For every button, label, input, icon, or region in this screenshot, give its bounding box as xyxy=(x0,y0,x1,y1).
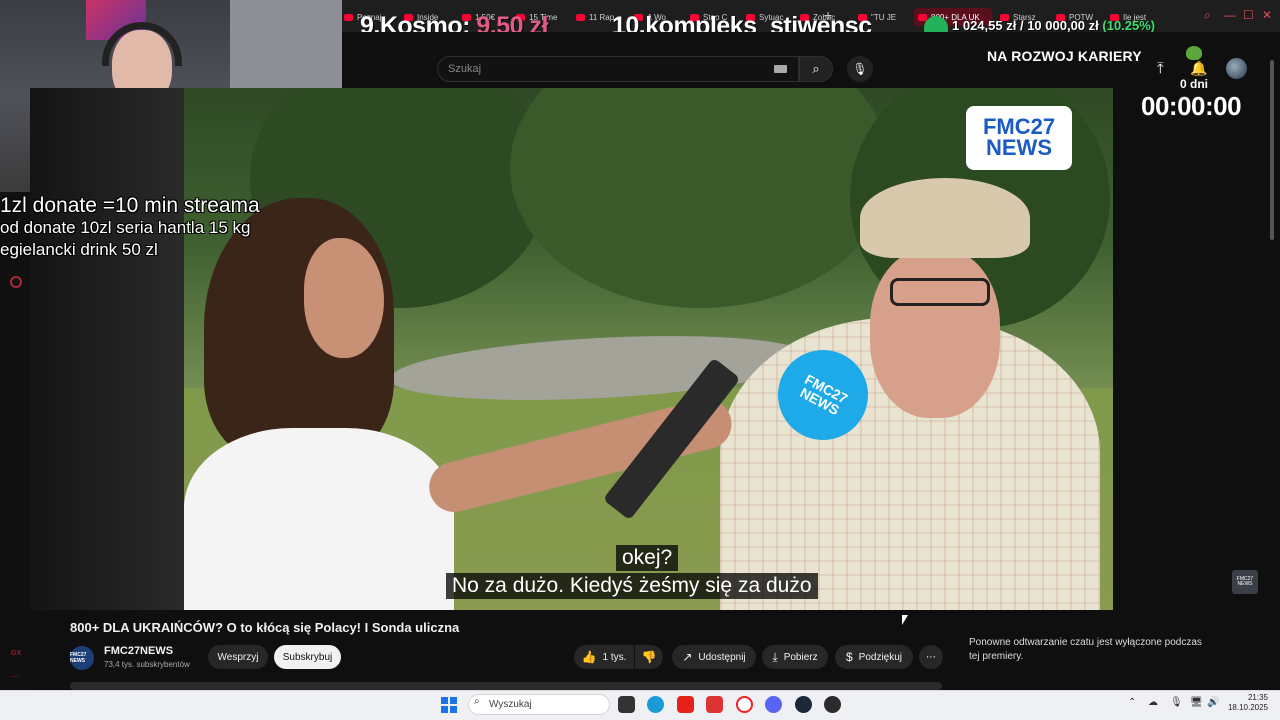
donation-goal-text: 1 024,55 zł / 10 000,00 zł (10.25%) xyxy=(952,18,1155,33)
search-input[interactable]: Szukaj xyxy=(437,56,799,82)
more-actions-button[interactable]: ⋯ xyxy=(919,645,943,669)
stream-timer: 00:00:00 xyxy=(1141,91,1242,121)
account-avatar[interactable] xyxy=(1226,58,1247,79)
windows-taskbar xyxy=(0,690,1280,720)
voice-search-button[interactable]: 🎙 xyxy=(847,56,873,82)
discord-icon[interactable] xyxy=(765,696,782,713)
subscribe-button[interactable]: Subskrybuj xyxy=(274,645,341,669)
network-icon[interactable]: 🖥 xyxy=(1190,697,1203,708)
frog-emote-icon xyxy=(1186,46,1202,60)
close-window-button[interactable]: ✕ xyxy=(1262,8,1272,22)
cloud-icon[interactable]: ☁ xyxy=(1148,697,1158,708)
career-goal-label: NA ROZWOJ KARIERY xyxy=(987,48,1142,64)
edge-browser-icon[interactable] xyxy=(647,696,664,713)
minimize-button[interactable]: — xyxy=(1224,8,1236,22)
search-icon: ⌕ xyxy=(812,61,820,76)
snipping-tool-icon[interactable] xyxy=(706,696,723,713)
like-button[interactable]: 👍 1 tys. xyxy=(574,645,634,669)
browser-tab-label: 11 Rap xyxy=(589,12,615,22)
interviewee-glasses xyxy=(890,278,990,306)
interviewer-face xyxy=(304,238,384,358)
video-left-blur xyxy=(30,88,184,610)
download-label: Pobierz xyxy=(783,651,818,663)
subtitle-line-2: No za dużo. Kiedyś żeśmy się za dużo xyxy=(446,573,818,599)
youtube-favicon-icon xyxy=(576,13,585,21)
browser-sidebar xyxy=(0,192,30,690)
file-explorer-icon[interactable] xyxy=(618,696,635,713)
search-button[interactable]: ⌕ xyxy=(799,56,833,82)
video-player[interactable]: FMC27 NEWS FMC27 NEWS xyxy=(30,88,1113,610)
subtitle-line-1: okej? xyxy=(616,545,679,571)
youtube-favicon-icon xyxy=(918,13,927,21)
screen: Poznaj Inside 1,50€ 15 Time 11 Rap A Wo Stop C… xyxy=(0,0,1280,720)
interviewee-cap xyxy=(860,178,1030,258)
sidebar-more-icon[interactable]: ··· xyxy=(11,672,19,681)
interviewer xyxy=(184,198,464,610)
clock-time: 21:35 xyxy=(1247,693,1268,702)
microphone-tray-icon[interactable]: 🎙 xyxy=(1170,697,1183,708)
days-counter: 0 dni xyxy=(1180,77,1209,91)
description-box-edge xyxy=(70,682,942,690)
support-button[interactable]: Wesprzyj xyxy=(208,645,268,669)
share-label: Udostępnij xyxy=(698,651,746,663)
goal-percent: (10.25%) xyxy=(1102,18,1156,33)
clock-date: 18.10.2025 xyxy=(1227,703,1268,713)
taskbar-clock[interactable]: 21:35 18.10.2025 xyxy=(1226,693,1268,714)
taskbar-search-input[interactable]: Wyszukaj xyxy=(468,694,610,715)
thumbs-up-icon: 👍 xyxy=(581,650,597,664)
share-icon: ↗ xyxy=(682,650,693,664)
share-button[interactable]: ↗ Udostępnij xyxy=(672,645,756,669)
thanks-label: Podziękuj xyxy=(858,651,903,663)
logo-line-2: NEWS xyxy=(986,135,1052,160)
donate-info-1: 1zl donate =10 min streama xyxy=(0,194,260,217)
search-icon: ⌕ xyxy=(474,696,480,707)
thanks-button[interactable]: $ Podziękuj xyxy=(835,645,913,669)
channel-watermark[interactable]: FMC27 NEWS xyxy=(1232,570,1258,594)
obs-icon[interactable] xyxy=(824,696,841,713)
thanks-icon: $ xyxy=(845,650,853,664)
like-count: 1 tys. xyxy=(602,651,627,663)
channel-name[interactable]: FMC27NEWS xyxy=(104,645,173,657)
volume-icon[interactable]: 🔊 xyxy=(1207,697,1219,708)
upload-icon[interactable]: ⤒ xyxy=(1157,60,1164,77)
page-scrollbar[interactable] xyxy=(1270,60,1274,240)
donate-info-3: egielancki drink 50 zl xyxy=(0,240,158,259)
steam-icon[interactable] xyxy=(795,696,812,713)
notifications-bell-icon[interactable]: 🔔 xyxy=(1190,60,1207,77)
video-title: 800+ DLA UKRAIŃCÓW? O to kłócą się Polac… xyxy=(70,620,460,635)
youtube-favicon-icon xyxy=(344,13,353,21)
microphone-icon: 🎙 xyxy=(852,62,868,76)
download-button[interactable]: ⤓ Pobierz xyxy=(762,645,828,669)
windows-start-icon[interactable] xyxy=(441,697,457,713)
goal-target: 10 000,00 zł xyxy=(1027,18,1099,33)
donate-info-2: od donate 10zl seria hantla 15 kg xyxy=(0,218,251,237)
thumbs-down-icon: 👎 xyxy=(641,650,657,664)
channel-avatar[interactable]: FMC27 NEWS xyxy=(70,646,94,670)
goal-current: 1 024,55 zł xyxy=(952,18,1017,33)
fmc27-news-logo: FMC27 NEWS xyxy=(966,106,1072,170)
interviewer-shirt xyxy=(184,428,454,610)
download-icon: ⤓ xyxy=(772,649,778,664)
mouse-cursor-icon xyxy=(902,615,908,625)
opera-gx-icon[interactable] xyxy=(736,696,753,713)
browser-tab-label: "TU JE xyxy=(871,12,897,22)
settings-icon[interactable] xyxy=(10,276,22,288)
gx-label: GX xyxy=(11,650,22,657)
tray-overflow-icon[interactable]: ⌃ xyxy=(1128,697,1136,708)
search-tabs-icon[interactable]: ⌕ xyxy=(1204,8,1211,23)
youtube-app-icon[interactable] xyxy=(677,696,694,713)
channel-subscribers: 73,4 tys. subskrybentów xyxy=(104,660,190,669)
maximize-button[interactable]: ☐ xyxy=(1243,8,1254,22)
interviewee-face xyxy=(870,248,1000,418)
keyboard-icon[interactable] xyxy=(774,65,787,73)
chat-replay-disabled-note: Ponowne odtwarzanie czatu jest wyłączone… xyxy=(969,637,1202,662)
dislike-button[interactable]: 👎 xyxy=(635,645,663,669)
goal-separator: / xyxy=(1019,18,1024,33)
